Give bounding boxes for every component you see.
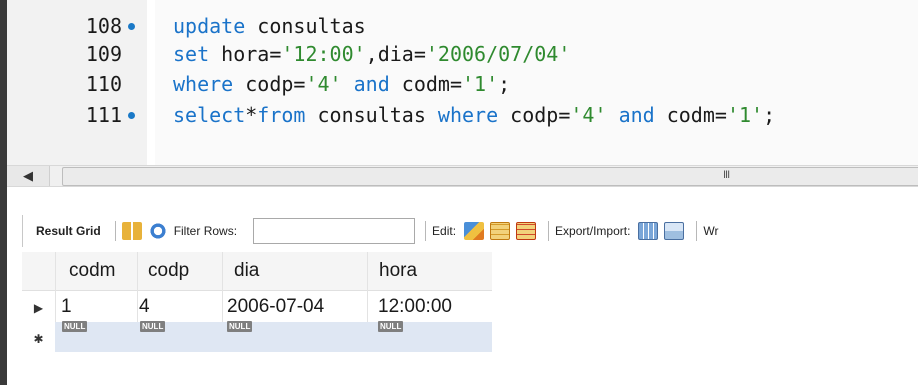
horizontal-scrollbar[interactable]: ◀ III <box>7 165 918 187</box>
export-icon[interactable] <box>638 222 659 240</box>
new-row[interactable] <box>55 322 492 352</box>
result-toolbar: Result Grid Filter Rows: Edit: Export/Im… <box>22 215 918 247</box>
scroll-grip: III <box>723 169 730 181</box>
scroll-left-arrow-icon[interactable]: ◀ <box>7 166 50 186</box>
code-text[interactable]: select*from consultas where codp='4' and… <box>173 101 775 129</box>
export-import-label: Export/Import: <box>555 224 631 238</box>
toolbar-separator <box>696 221 698 241</box>
line-number: 108 <box>85 14 122 38</box>
sql-text: * <box>245 103 258 127</box>
sql-text: consultas <box>305 103 438 127</box>
toolbar-separator <box>548 221 550 241</box>
column-header-dia[interactable]: dia <box>234 260 259 282</box>
sql-editor[interactable]: 108 update consultas 109 set hora='12:00',d… <box>7 0 918 165</box>
sql-string: '1' <box>726 103 764 127</box>
edit-label: Edit: <box>432 224 457 238</box>
sql-string: '4' <box>570 103 607 127</box>
filter-rows-input[interactable] <box>253 218 416 244</box>
column-header-codm[interactable]: codm <box>69 260 115 282</box>
sql-keyword: set <box>173 42 210 66</box>
filter-rows-label: Filter Rows: <box>173 224 238 238</box>
sql-keyword: from <box>257 103 306 127</box>
wrap-label[interactable]: Wr <box>703 224 718 238</box>
sql-keyword: and <box>618 103 655 127</box>
edit-row-icon[interactable] <box>464 222 485 240</box>
sql-keyword: select <box>173 103 246 127</box>
null-badge: NULL <box>378 321 404 332</box>
sql-text: codp= <box>233 72 306 96</box>
code-text[interactable]: set hora='12:00',dia='2006/07/04' <box>173 40 570 68</box>
statement-marker-icon[interactable] <box>128 112 135 119</box>
sql-string: '1' <box>462 72 499 96</box>
result-grid-tab[interactable]: Result Grid <box>36 224 101 238</box>
sql-string: '4' <box>305 72 342 96</box>
sql-string: '12:00' <box>281 42 366 66</box>
line-number: 111 <box>85 103 122 127</box>
sql-text: codm= <box>389 72 463 96</box>
toolbar-separator <box>114 221 116 241</box>
sql-text: consultas <box>245 14 366 38</box>
code-line[interactable]: 111 select*from consultas where codp='4' … <box>7 101 918 129</box>
cell-dia[interactable]: 2006-07-04 <box>227 296 324 318</box>
insert-row-icon[interactable] <box>490 222 511 240</box>
null-badge: NULL <box>62 321 88 332</box>
line-number: 109 <box>85 42 122 66</box>
code-line[interactable]: 110 where codp='4' and codm='1'; <box>7 70 918 98</box>
cell-hora[interactable]: 12:00:00 <box>378 296 452 318</box>
sql-text: hora= <box>209 42 282 66</box>
row-pointer-icon: ▶ <box>33 301 44 315</box>
null-badge: NULL <box>140 321 166 332</box>
code-line[interactable]: 109 set hora='12:00',dia='2006/07/04' <box>7 40 918 68</box>
null-badge: NULL <box>227 321 253 332</box>
statement-marker-icon[interactable] <box>128 23 135 30</box>
line-number: 110 <box>85 72 122 96</box>
sql-text: ; <box>763 103 776 127</box>
cell-codm[interactable]: 1 <box>61 296 72 318</box>
sql-text: codp= <box>498 103 571 127</box>
toolbar-separator <box>425 221 427 241</box>
sql-keyword: where <box>437 103 499 127</box>
sql-text: ,dia= <box>365 42 426 66</box>
form-editor-icon[interactable] <box>121 222 142 240</box>
code-text[interactable]: update consultas <box>173 12 366 40</box>
sql-keyword: and <box>353 72 390 96</box>
sql-text: codm= <box>654 103 727 127</box>
sql-text: ; <box>498 72 511 96</box>
sql-string: '2006/07/04' <box>425 42 571 66</box>
code-line[interactable]: 108 update consultas <box>7 12 918 40</box>
left-edge-bar <box>0 0 7 385</box>
import-icon[interactable] <box>664 222 685 240</box>
column-header-hora[interactable]: hora <box>379 260 417 282</box>
new-row-marker-icon: ✱ <box>33 332 44 346</box>
refresh-icon[interactable] <box>147 222 168 240</box>
column-header-codp[interactable]: codp <box>148 260 189 282</box>
cell-codp[interactable]: 4 <box>139 296 150 318</box>
grid-header: codm codp dia hora <box>22 252 492 291</box>
sql-keyword: where <box>173 72 234 96</box>
scroll-thumb[interactable]: III <box>62 167 918 186</box>
sql-keyword: update <box>173 14 246 38</box>
code-text[interactable]: where codp='4' and codm='1'; <box>173 70 510 98</box>
delete-row-icon[interactable] <box>516 222 537 240</box>
